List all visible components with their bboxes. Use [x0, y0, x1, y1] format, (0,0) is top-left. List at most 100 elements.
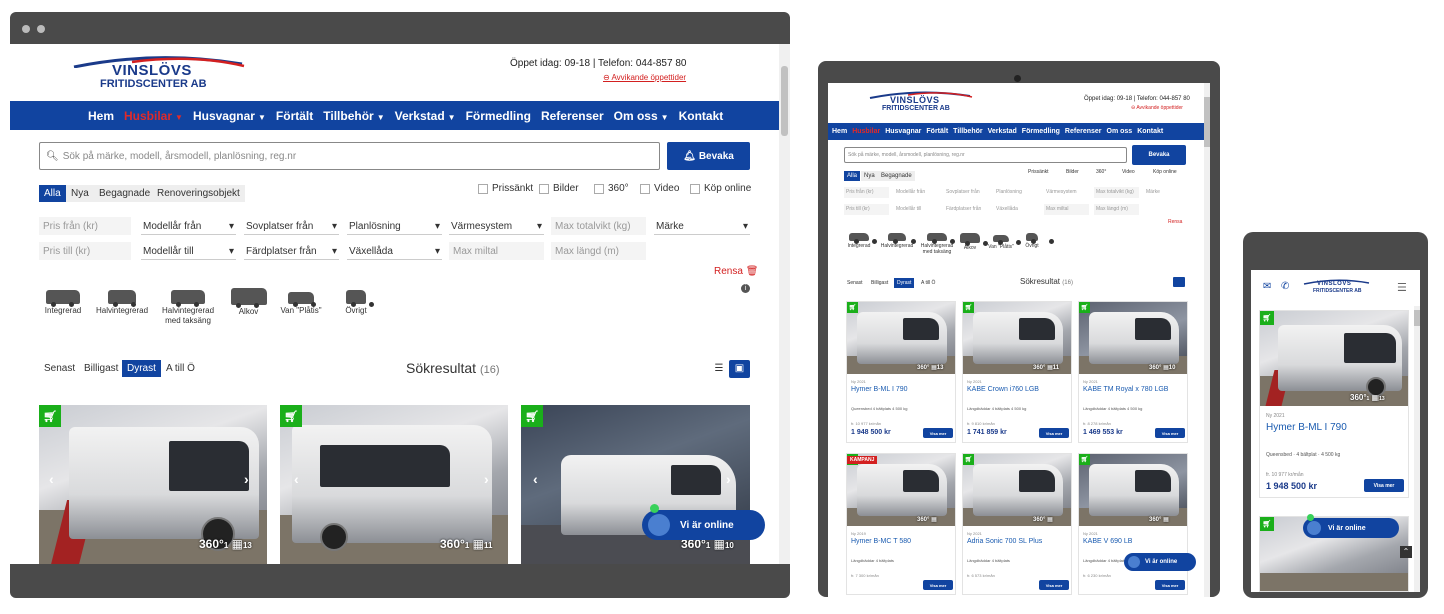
vehicle-type-alkov[interactable]: Alkov [226, 288, 271, 317]
clear-filters-button[interactable]: Rensa 🗑︎ [714, 266, 758, 277]
listing-title[interactable]: Hymer B-MC T 580 [851, 538, 911, 545]
model-year-to-select[interactable]: Modellår till ▾ [141, 242, 236, 260]
listing-card[interactable]: 🛒︎ 360° ▦13 Ny 2021 Hymer B-ML I 790 Queensb… [846, 301, 956, 443]
price-from-input[interactable]: Pris från (kr) [844, 187, 889, 198]
show-more-button[interactable]: Visa mer [1039, 428, 1069, 438]
show-more-button[interactable]: Visa mer [1039, 580, 1069, 590]
search-input[interactable]: Sök på märke, modell, årsmodell, planlös… [844, 147, 1127, 163]
sort-senast[interactable]: Senast [39, 360, 81, 377]
layout-select[interactable]: Planlösning [994, 187, 1039, 198]
seats-from-select[interactable]: Färdplatser från [944, 204, 989, 215]
brand-select[interactable]: Märke [1144, 187, 1189, 198]
price-to-input[interactable]: Pris till (kr) [844, 204, 889, 215]
nav-item-fortalt[interactable]: Förtält [276, 109, 313, 123]
show-more-button[interactable]: Visa mer [1155, 428, 1185, 438]
tab-alla[interactable]: Alla [844, 171, 861, 181]
tab-nya[interactable]: Nya [66, 185, 94, 202]
filter-video[interactable]: Video [1122, 169, 1135, 175]
site-logo[interactable]: VINSLÖVS FRITIDSCENTER AB [868, 91, 973, 119]
gearbox-select[interactable]: Växellåda [994, 204, 1039, 215]
show-more-button[interactable]: Visa mer [1364, 479, 1404, 492]
clear-filters-button[interactable]: Rensa [1168, 219, 1182, 225]
filter-360[interactable]: 360° [594, 183, 629, 194]
cart-icon[interactable]: 🛒︎ [39, 405, 61, 427]
listing-card[interactable]: 🛒︎ 360° ▦10 Ny 2021 KABE TM Royal x 780 LGB… [1078, 301, 1188, 443]
nav-item-formedling[interactable]: Förmedling [466, 109, 531, 123]
nav-item-husvagnar[interactable]: Husvagnar ▼ [193, 109, 266, 123]
sort-a-till-o[interactable]: A till Ö [918, 278, 939, 288]
vehicle-type-van[interactable]: Van "Plåtis" [276, 292, 326, 316]
vehicle-type-alkov[interactable]: Alkov [958, 233, 982, 251]
price-from-input[interactable]: Pris från (kr) [39, 217, 131, 235]
vehicle-type-integrerad[interactable]: Integrerad [38, 290, 88, 316]
scroll-top-icon[interactable]: ⌃ [1400, 546, 1412, 558]
model-year-to-select[interactable]: Modellår till [894, 204, 939, 215]
layout-select[interactable]: Planlösning ▾ [347, 217, 442, 235]
nav-item-fortalt[interactable]: Förtält [926, 128, 948, 135]
brand-select[interactable]: Märke ▾ [654, 217, 750, 235]
nav-item-formedling[interactable]: Förmedling [1022, 128, 1060, 135]
deviating-hours-link[interactable]: ⊖ Avvikande öppettider [603, 73, 686, 82]
show-more-button[interactable]: Visa mer [1155, 580, 1185, 590]
heating-select[interactable]: Värmesystem ▾ [449, 217, 544, 235]
info-icon[interactable]: i [741, 284, 750, 293]
beds-from-select[interactable]: Sovplatser från ▾ [244, 217, 339, 235]
site-logo[interactable]: VINSLÖVS FRITIDSCENTER AB [1303, 279, 1371, 297]
max-weight-input[interactable]: Max totalvikt (kg) [1094, 187, 1139, 198]
show-more-button[interactable]: Visa mer [923, 580, 953, 590]
vehicle-type-taksang[interactable]: Halvintegrerad med taksäng [158, 290, 218, 326]
sort-dyrast[interactable]: Dyrast [122, 360, 161, 377]
nav-item-om-oss[interactable]: Om oss ▼ [614, 109, 669, 123]
listing-image[interactable] [1260, 311, 1408, 406]
max-mileage-input[interactable]: Max miltal [449, 242, 544, 260]
max-mileage-input[interactable]: Max miltal [1044, 204, 1089, 215]
site-logo[interactable]: VINSLÖVS FRITIDSCENTER AB [72, 56, 247, 92]
listing-card[interactable]: 🛒︎ ‹ › 360°1 ▦11 [280, 405, 508, 564]
chevron-right-icon[interactable]: › [726, 471, 731, 487]
chevron-left-icon[interactable]: ‹ [49, 471, 54, 487]
cart-icon[interactable]: 🛒︎ [963, 454, 974, 465]
model-year-from-select[interactable]: Modellår från ▾ [141, 217, 236, 235]
sort-dyrast[interactable]: Dyrast [894, 278, 915, 288]
nav-item-husbilar[interactable]: Husbilar ▼ [124, 109, 183, 123]
nav-item-hem[interactable]: Hem [832, 128, 847, 135]
max-length-input[interactable]: Max längd (m) [1094, 204, 1139, 215]
cart-icon[interactable]: 🛒︎ [1079, 454, 1090, 465]
listing-image[interactable] [1079, 454, 1187, 526]
scrollbar-thumb[interactable] [781, 66, 788, 136]
grid-view-icon[interactable]: ▣ [729, 360, 750, 378]
sort-billigast[interactable]: Billigast [868, 278, 892, 288]
listing-card[interactable]: 🛒︎ ‹ › 360°1 ▦10 [521, 405, 750, 564]
listing-image[interactable] [847, 454, 955, 526]
vehicle-type-halvintegrerad[interactable]: Halvintegrerad [92, 290, 152, 316]
vehicle-type-van[interactable]: Van "Plåtis" [986, 235, 1016, 250]
nav-item-referenser[interactable]: Referenser [541, 109, 604, 123]
filter-kop-online[interactable]: Köp online [1153, 169, 1177, 175]
tab-nya[interactable]: Nya [861, 171, 878, 181]
listing-card[interactable]: 🛒︎ ‹ › 360°1 ▦13 [39, 405, 267, 564]
chat-widget[interactable]: Vi är online [642, 510, 765, 540]
tab-renoveringsobjekt[interactable]: Renoveringsobjekt [152, 185, 245, 202]
tab-begagnade[interactable]: Begagnade [878, 171, 915, 181]
nav-item-kontakt[interactable]: Kontakt [679, 109, 724, 123]
nav-item-hem[interactable]: Hem [88, 109, 114, 123]
cart-icon[interactable]: 🛒︎ [1260, 517, 1274, 531]
filter-kop-online[interactable]: Köp online [690, 183, 751, 194]
cart-icon[interactable]: 🛒︎ [963, 302, 974, 313]
listing-title[interactable]: KABE TM Royal x 780 LGB [1083, 386, 1168, 393]
deviating-hours-link[interactable]: ⊖ Avvikande öppettider [1131, 105, 1183, 111]
sort-a-till-o[interactable]: A till Ö [161, 360, 200, 377]
search-input[interactable]: 🔍︎ Sök på märke, modell, årsmodell, plan… [39, 142, 660, 170]
listing-card[interactable]: 🛒︎ 360° ▦ Ny 2021 KABE V 690 LB Längdbäddar … [1078, 453, 1188, 595]
nav-item-husbilar[interactable]: Husbilar [852, 128, 880, 135]
max-length-input[interactable]: Max längd (m) [551, 242, 646, 260]
vehicle-type-ovrigt[interactable]: Övrigt [1020, 233, 1044, 249]
chat-widget[interactable]: Vi är online [1303, 518, 1399, 538]
chevron-right-icon[interactable]: › [484, 471, 489, 487]
listing-title[interactable]: Hymer B-ML I 790 [851, 386, 908, 393]
gearbox-select[interactable]: Växellåda ▾ [347, 242, 442, 260]
vehicle-type-halvintegrerad[interactable]: Halvintegrerad [878, 233, 916, 249]
phone-icon[interactable]: ✆ [1281, 281, 1289, 292]
vehicle-type-taksang[interactable]: Halvintegrerad med taksäng [918, 233, 956, 255]
grid-view-icon[interactable] [1173, 277, 1185, 287]
